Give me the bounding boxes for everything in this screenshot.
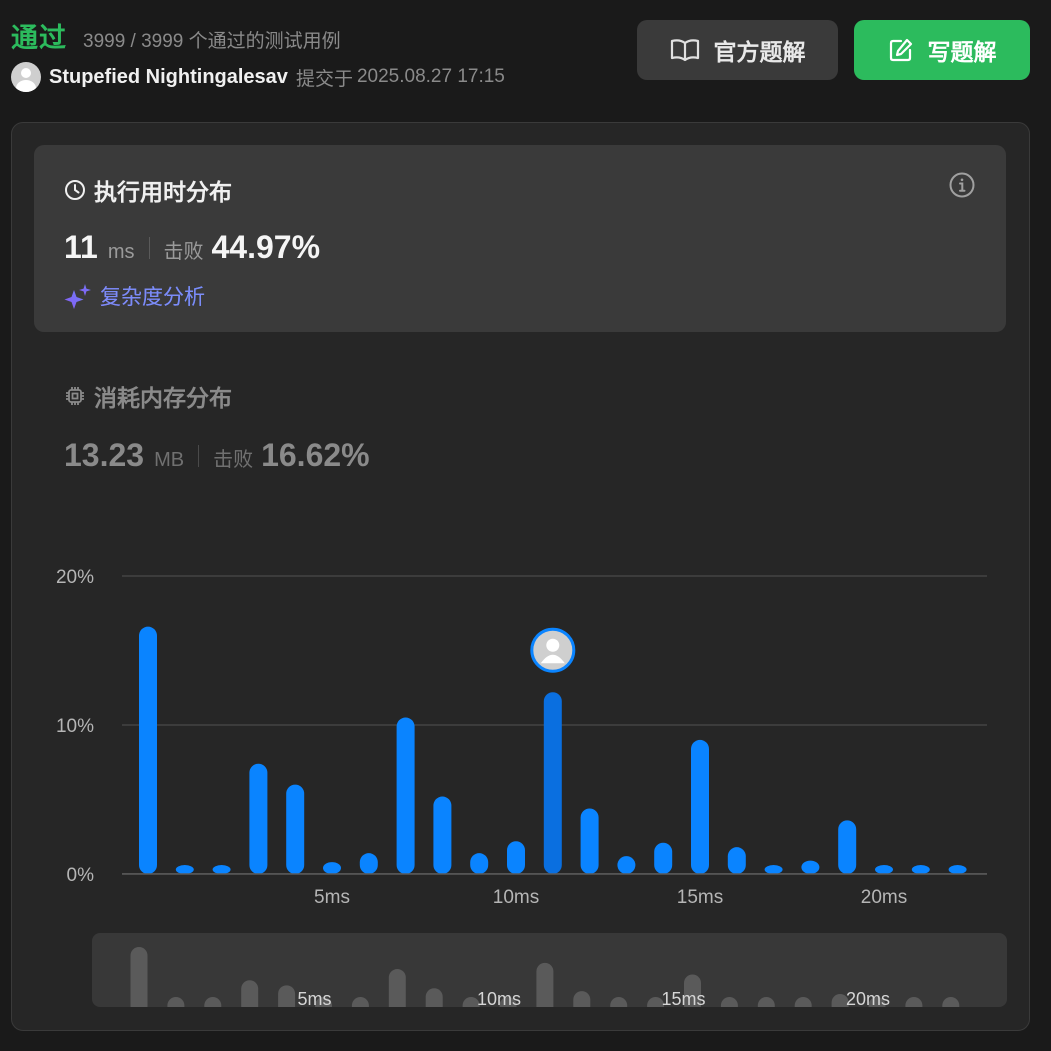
y-tick-label: 20% — [56, 567, 94, 588]
chart-bar[interactable] — [911, 865, 930, 874]
avatar-head — [546, 638, 560, 652]
chart-bar[interactable] — [249, 763, 268, 874]
mini-x-tick-label: 5ms — [297, 989, 331, 1009]
chart-bar[interactable] — [175, 865, 194, 874]
chart-bar[interactable] — [470, 853, 489, 874]
x-tick-label: 15ms — [677, 887, 723, 908]
chart-bar[interactable] — [396, 717, 415, 874]
chart-bar[interactable] — [654, 842, 673, 874]
mini-x-tick-label: 20ms — [846, 989, 890, 1009]
mini-chart-bar — [130, 947, 148, 1015]
y-tick-label: 10% — [56, 716, 94, 737]
chart-bar[interactable] — [433, 796, 452, 874]
chart-bar[interactable] — [875, 865, 893, 874]
chart-bar[interactable] — [359, 853, 378, 874]
chart-bar[interactable] — [948, 865, 967, 874]
mini-x-tick-label: 15ms — [661, 989, 705, 1009]
chart-bar[interactable] — [286, 784, 305, 874]
chart-bar[interactable] — [507, 841, 525, 874]
x-tick-label: 5ms — [314, 887, 350, 908]
chart-bar[interactable] — [801, 860, 820, 874]
runtime-distribution-chart[interactable]: 20% 10% 0% 5ms 10ms 15ms 20ms 5ms 10ms 15ms 20ms — [0, 0, 1051, 1051]
chart-bar[interactable] — [212, 865, 231, 874]
x-tick-label: 20ms — [861, 887, 907, 908]
y-tick-label: 0% — [67, 865, 95, 886]
mini-x-tick-label: 10ms — [477, 989, 521, 1009]
chart-bar[interactable] — [617, 856, 636, 874]
chart-bar[interactable] — [727, 847, 746, 874]
baseline-mask — [122, 874, 987, 880]
chart-bar-user[interactable] — [543, 692, 562, 874]
chart-bar[interactable] — [139, 626, 157, 874]
chart-bar[interactable] — [580, 808, 599, 874]
chart-bar[interactable] — [838, 820, 857, 874]
chart-bar[interactable] — [323, 862, 341, 874]
chart-bar[interactable] — [691, 739, 709, 874]
chart-bar[interactable] — [764, 865, 783, 874]
x-tick-label: 10ms — [493, 887, 539, 908]
